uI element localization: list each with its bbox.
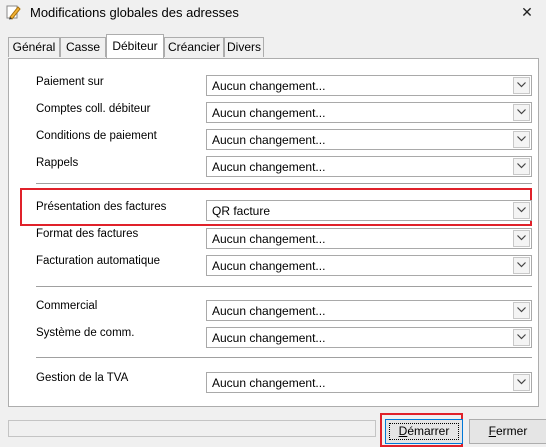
close-icon[interactable]: ✕	[516, 2, 538, 22]
select-value: Aucun changement...	[212, 376, 326, 390]
label-format-factures: Format des factures	[36, 228, 139, 240]
chevron-down-icon[interactable]	[513, 131, 530, 148]
chevron-down-icon[interactable]	[513, 329, 530, 346]
tab-divers[interactable]: Divers	[224, 37, 264, 57]
chevron-down-icon[interactable]	[513, 257, 530, 274]
close-label-rest: ermer	[496, 424, 528, 438]
select-value: QR facture	[212, 204, 271, 218]
select-systeme-comm[interactable]: Aucun changement...	[206, 327, 532, 348]
tab-debiteur[interactable]: Débiteur	[106, 34, 164, 58]
label-rappels: Rappels	[36, 157, 79, 169]
label-comptes-coll: Comptes coll. débiteur	[36, 103, 151, 115]
chevron-down-icon[interactable]	[513, 77, 530, 94]
select-rappels[interactable]: Aucun changement...	[206, 156, 532, 177]
select-value: Aucun changement...	[212, 79, 326, 93]
close-button[interactable]: Fermer	[469, 419, 546, 444]
window-title: Modifications globales des adresses	[30, 5, 239, 20]
progress-bar	[8, 420, 376, 437]
tab-creancier[interactable]: Créancier	[164, 37, 224, 57]
label-presentation-factures: Présentation des factures	[36, 201, 167, 213]
label-paiement-sur: Paiement sur	[36, 76, 104, 88]
select-paiement-sur[interactable]: Aucun changement...	[206, 75, 532, 96]
select-value: Aucun changement...	[212, 106, 326, 120]
debiteur-panel: Paiement sur Aucun changement... Comptes…	[8, 58, 539, 407]
separator	[36, 286, 532, 287]
pencil-icon	[5, 4, 21, 20]
chevron-down-icon[interactable]	[513, 230, 530, 247]
select-conditions-paiement[interactable]: Aucun changement...	[206, 129, 532, 150]
chevron-down-icon[interactable]	[513, 302, 530, 319]
label-conditions-paiement: Conditions de paiement	[36, 130, 157, 142]
chevron-down-icon[interactable]	[513, 202, 530, 219]
tab-general[interactable]: Général	[8, 37, 60, 57]
select-value: Aucun changement...	[212, 259, 326, 273]
select-commercial[interactable]: Aucun changement...	[206, 300, 532, 321]
title-bar: Modifications globales des adresses ✕	[0, 0, 546, 27]
select-value: Aucun changement...	[212, 160, 326, 174]
select-value: Aucun changement...	[212, 133, 326, 147]
label-commercial: Commercial	[36, 300, 98, 312]
separator	[36, 183, 532, 184]
start-button[interactable]: Démarrer	[385, 419, 463, 444]
select-facturation-auto[interactable]: Aucun changement...	[206, 255, 532, 276]
label-systeme-comm: Système de comm.	[36, 327, 135, 339]
tab-casse[interactable]: Casse	[60, 37, 106, 57]
select-value: Aucun changement...	[212, 304, 326, 318]
chevron-down-icon[interactable]	[513, 374, 530, 391]
select-comptes-coll[interactable]: Aucun changement...	[206, 102, 532, 123]
chevron-down-icon[interactable]	[513, 158, 530, 175]
focus-rect	[389, 423, 459, 440]
close-mnemonic: F	[488, 424, 496, 438]
label-gestion-tva: Gestion de la TVA	[36, 372, 129, 384]
chevron-down-icon[interactable]	[513, 104, 530, 121]
select-value: Aucun changement...	[212, 331, 326, 345]
select-gestion-tva[interactable]: Aucun changement...	[206, 372, 532, 393]
separator	[36, 357, 532, 358]
select-format-factures[interactable]: Aucun changement...	[206, 228, 532, 249]
label-facturation-auto: Facturation automatique	[36, 255, 161, 267]
select-value: Aucun changement...	[212, 232, 326, 246]
select-presentation-factures[interactable]: QR facture	[206, 200, 532, 221]
